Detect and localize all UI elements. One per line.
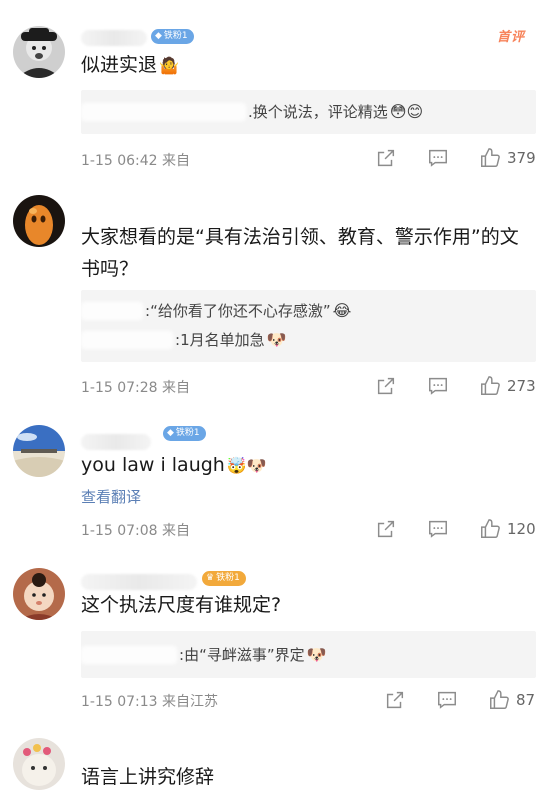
fan-badge: ◆ 铁粉1 — [163, 426, 206, 441]
diamond-icon: ◆ — [155, 31, 162, 41]
share-icon[interactable] — [375, 518, 397, 540]
share-icon[interactable] — [384, 689, 406, 711]
like-count: 120 — [507, 520, 536, 538]
comment-text: 语言上讲究修辞 — [81, 766, 215, 788]
thumbs-up-icon[interactable] — [479, 518, 501, 540]
like-count: 273 — [507, 377, 536, 395]
comment-icon[interactable] — [436, 689, 458, 711]
translate-link[interactable]: 查看翻译 — [81, 486, 141, 507]
comment-actions: 120 — [375, 518, 536, 540]
share-icon[interactable] — [375, 375, 397, 397]
comment-meta: 1-15 07:08 来自 — [81, 523, 191, 539]
fan-badge: ♛ 铁粉1 — [202, 571, 246, 586]
comment-icon[interactable] — [427, 147, 449, 169]
comment-meta: 1-15 07:13 来自江苏 — [81, 694, 219, 710]
share-icon[interactable] — [375, 147, 397, 169]
avatar[interactable] — [13, 738, 65, 790]
thumbs-up-icon[interactable] — [479, 375, 501, 397]
comment-actions: 273 — [375, 375, 536, 397]
username-redacted[interactable] — [81, 434, 151, 450]
crown-icon: ♛ — [206, 573, 215, 583]
first-comment-tag: 首评 — [497, 30, 526, 45]
reply-line: : 由“寻衅滋事”界定 🐶 — [81, 644, 327, 665]
comment-text: 大家想看的是“具有法治引领、教育、警示作用”的文书吗？ — [81, 226, 519, 280]
avatar[interactable] — [13, 195, 65, 247]
avatar[interactable] — [13, 425, 65, 477]
username-redacted[interactable] — [81, 574, 197, 590]
reply-line: . 换个说法，评论精选 😳😊 — [81, 101, 423, 122]
comment-actions: 87 — [384, 689, 535, 711]
comment-icon[interactable] — [427, 518, 449, 540]
username-redacted[interactable] — [81, 30, 147, 46]
comment-icon[interactable] — [427, 375, 449, 397]
like-count: 87 — [516, 691, 536, 709]
comment-meta: 1-15 06:42 来自 — [81, 153, 191, 169]
comment-text: 似进实退 🤷 — [81, 54, 179, 76]
like-count: 379 — [507, 149, 536, 167]
reply-preview[interactable]: : 由“寻衅滋事”界定 🐶 — [81, 631, 536, 678]
comment-text: 这个执法尺度有谁规定? — [81, 594, 282, 616]
reply-preview[interactable]: : “给你看了你还不心存感激” 😂 : 1月名单加急 🐶 — [81, 290, 536, 362]
comment-actions: 379 — [375, 147, 536, 169]
thumbs-up-icon[interactable] — [479, 147, 501, 169]
thumbs-up-icon[interactable] — [488, 689, 510, 711]
comment-meta: 1-15 07:28 来自 — [81, 380, 191, 396]
avatar[interactable] — [13, 568, 65, 620]
reply-line: : “给你看了你还不心存感激” 😂 — [81, 300, 351, 321]
reply-preview[interactable]: . 换个说法，评论精选 😳😊 — [81, 90, 536, 134]
avatar[interactable] — [13, 26, 65, 78]
diamond-icon: ◆ — [167, 428, 174, 438]
reply-line: : 1月名单加急 🐶 — [81, 329, 287, 350]
fan-badge: ◆ 铁粉1 — [151, 29, 194, 44]
comment-text: you law i laugh 🤯🐶 — [81, 454, 267, 476]
